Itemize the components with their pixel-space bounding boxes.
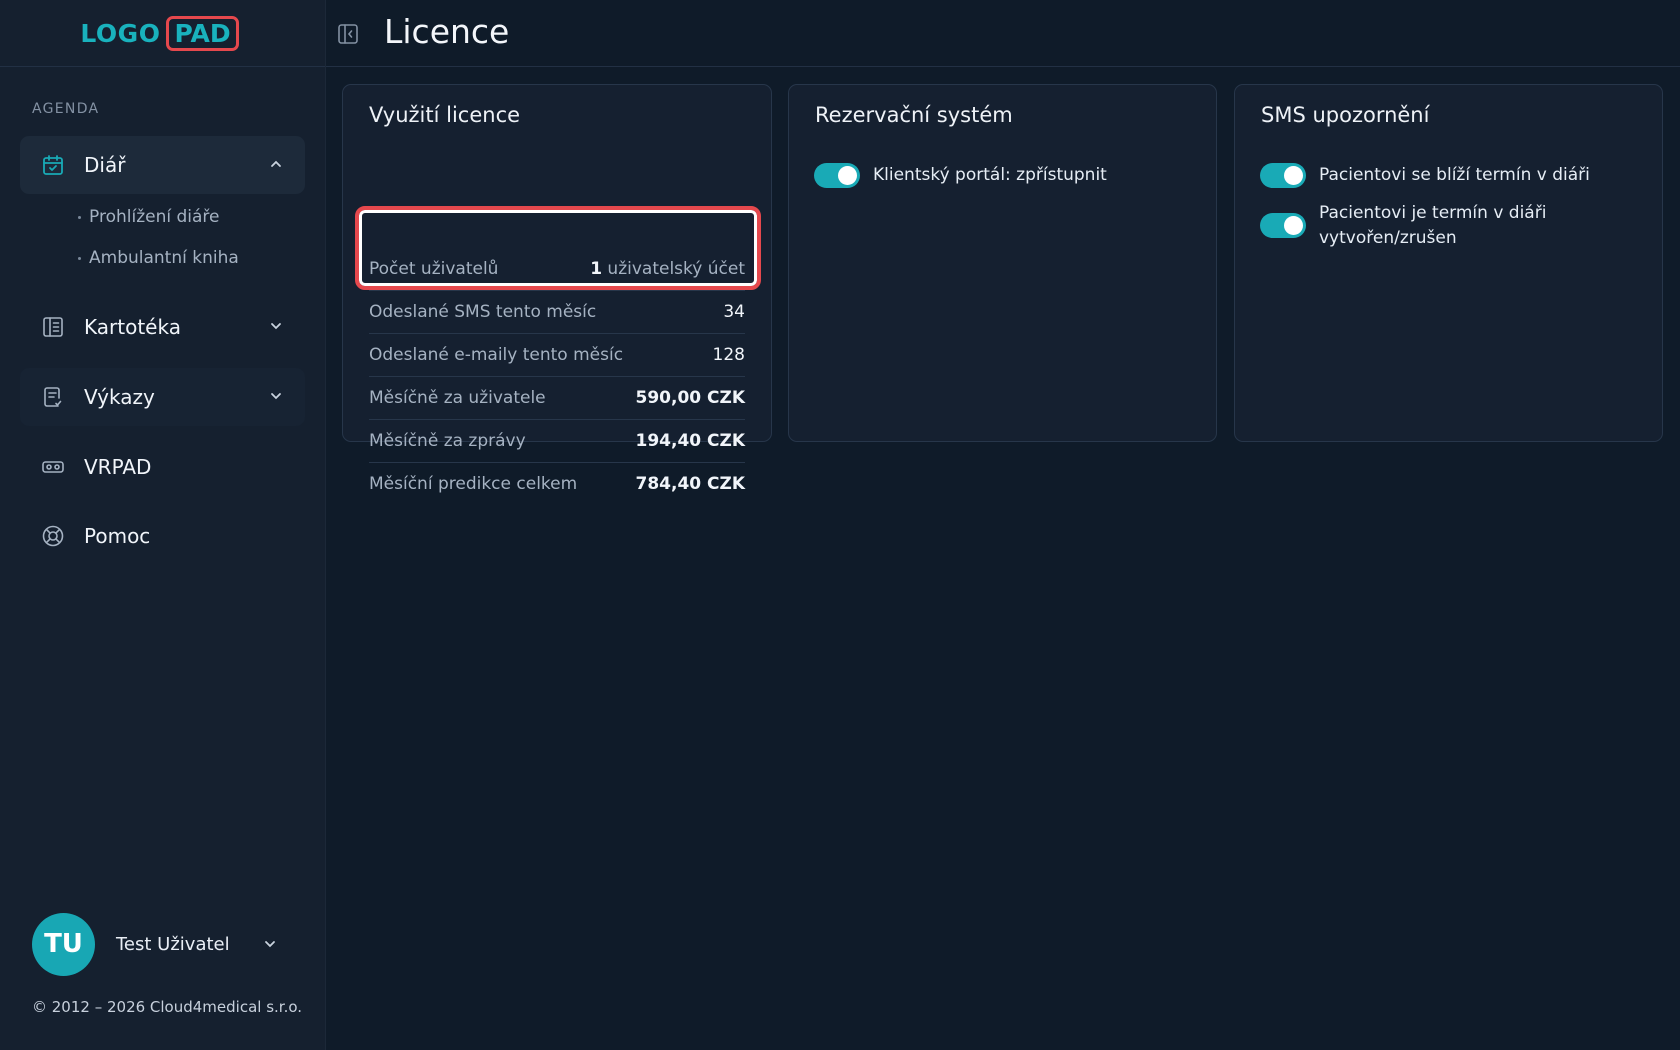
row-label: Odeslané e-maily tento měsíc [369,345,624,365]
card-title: Rezervační systém [815,103,1013,127]
toggle-knob [838,166,857,185]
calendar-check-icon [41,153,65,177]
client-portal-toggle[interactable] [814,163,860,188]
row-value-number: 1 [590,258,603,279]
chevron-down-icon[interactable] [262,936,278,952]
row-label: Odeslané SMS tento měsíc [369,302,597,322]
chevron-down-icon[interactable] [268,318,284,334]
sms-notifications-card: SMS upozornění Pacientovi se blíží termí… [1234,84,1663,442]
row-value: 194,40 CZK [635,431,746,451]
row-monthly-per-user: Měsíčně za uživatele 590,00 CZK [369,376,745,419]
sidebar-item-label: Kartotéka [84,315,181,339]
sidebar-item-label: Výkazy [84,385,155,409]
sidebar-item-kartoteka[interactable]: Kartotéka [20,298,305,356]
copyright: © 2012 – 2026 Cloud4medical s.r.o. [32,998,303,1016]
user-menu[interactable]: TU Test Uživatel [32,912,292,976]
row-label: Měsíční predikce celkem [369,474,578,494]
lifebuoy-icon [41,524,65,548]
appointment-change-toggle[interactable] [1260,213,1306,238]
report-icon [41,385,65,409]
toggle-knob [1284,216,1303,235]
avatar: TU [32,912,95,976]
toggle-row-appointment-created-cancelled: Pacientovi je termín v diáři vytvořen/zr… [1260,201,1642,251]
sidebar-subitem-label: Ambulantní kniha [89,248,239,268]
sidebar-item-diar[interactable]: Diář [20,136,305,194]
row-value: 784,40 CZK [635,474,746,494]
sidebar-item-label: VRPAD [84,455,152,479]
logo-text: LOGO [80,18,161,48]
bullet [78,256,81,260]
toggle-label-line2: vytvořen/zrušen [1319,228,1457,248]
sidebar-collapse-icon[interactable] [336,22,360,46]
license-usage-card: Využití licence Počet uživatelů 1 uživat… [342,84,772,494]
toggle-label: Pacientovi je termín v diáři vytvořen/zr… [1319,201,1546,251]
sidebar-item-label: Diář [84,153,126,177]
toggle-label: Pacientovi se blíží termín v diáři [1319,165,1590,185]
row-value: 590,00 CZK [635,388,746,408]
toggle-row-client-portal: Klientský portál: zpřístupnit [814,163,1196,188]
chevron-down-icon[interactable] [268,388,284,404]
row-value: 34 [723,302,745,322]
toggle-label: Klientský portál: zpřístupnit [873,165,1107,185]
sidebar-item-pomoc[interactable]: Pomoc [20,507,305,565]
row-label: Měsíčně za zprávy [369,431,526,451]
row-value: 128 [712,345,745,365]
row-monthly-messages: Měsíčně za zprávy 194,40 CZK [369,419,745,462]
card-title: Využití licence [369,103,521,127]
row-label: Měsíčně za uživatele [369,388,546,408]
app-window: LOGO PAD AGENDA Diář Prohlížení diáře Am… [0,0,1680,1050]
toggle-knob [1284,166,1303,185]
sidebar-subitem-prohlizeni-diare[interactable]: Prohlížení diáře [78,207,219,227]
sidebar-item-vykazy[interactable]: Výkazy [20,368,305,426]
page-title: Licence [384,12,510,51]
logo[interactable]: LOGO PAD [0,0,325,67]
sidebar-subitem-label: Prohlížení diáře [89,207,220,227]
sidebar: LOGO PAD AGENDA Diář Prohlížení diáře Am… [0,0,326,1050]
header: Licence [326,0,1680,67]
row-monthly-total: Měsíční predikce celkem 784,40 CZK [369,462,745,505]
row-label: Počet uživatelů [369,258,499,279]
row-sms-sent: Odeslané SMS tento měsíc 34 [369,290,745,333]
sidebar-subitem-ambulantni-kniha[interactable]: Ambulantní kniha [78,248,239,268]
row-value: 1 uživatelský účet [590,259,745,279]
book-icon [41,315,65,339]
user-name: Test Uživatel [116,933,230,955]
toggle-label-line1: Pacientovi je termín v diáři [1319,203,1547,223]
sidebar-item-vrpad[interactable]: VRPAD [20,438,305,496]
vr-headset-icon [41,455,65,479]
card-title: SMS upozornění [1261,103,1430,127]
row-emails-sent: Odeslané e-maily tento měsíc 128 [369,333,745,376]
upcoming-appointment-toggle[interactable] [1260,163,1306,188]
bullet [78,215,81,219]
logo-pad: PAD [166,15,239,51]
reservation-system-card: Rezervační systém Klientský portál: zpří… [788,84,1217,442]
chevron-up-icon[interactable] [268,156,284,172]
toggle-row-upcoming-appointment: Pacientovi se blíží termín v diáři [1260,163,1642,188]
sidebar-item-label: Pomoc [84,524,151,548]
row-value-text: uživatelský účet [602,258,745,279]
row-user-count: Počet uživatelů 1 uživatelský účet [369,247,745,290]
section-label-agenda: AGENDA [32,101,100,117]
